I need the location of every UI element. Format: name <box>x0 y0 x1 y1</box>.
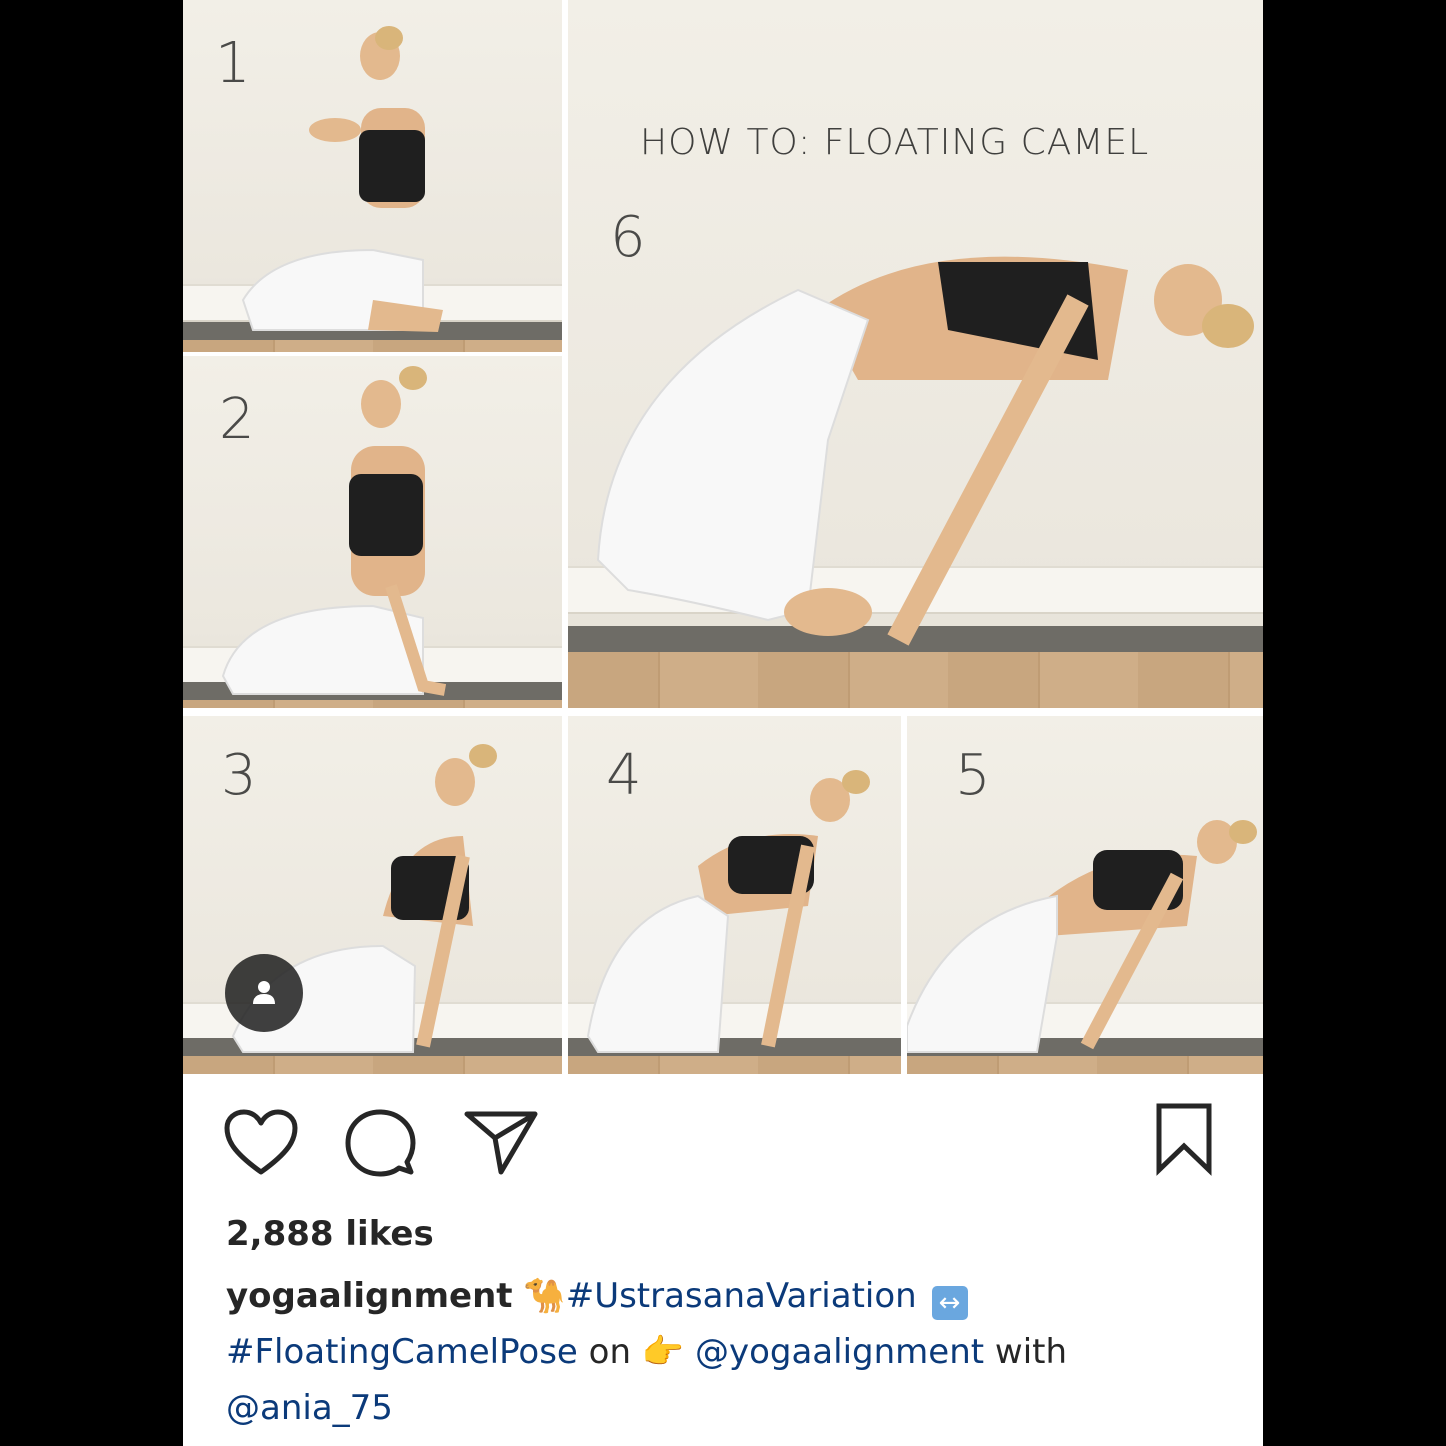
heart-outline-icon <box>224 1109 298 1175</box>
step-2-panel: 2 <box>183 356 562 708</box>
step-number: 1 <box>215 31 251 96</box>
post-caption: yogaalignment 🐪#UstrasanaVariation ↔ #Fl… <box>226 1268 1236 1436</box>
left-right-arrow-emoji: ↔ <box>931 1286 968 1320</box>
step-number: 5 <box>955 743 991 808</box>
person-icon <box>253 981 275 1004</box>
caption-username[interactable]: yogaalignment <box>226 1276 513 1316</box>
step-4-panel: 4 <box>568 716 901 1074</box>
comment-button[interactable] <box>345 1108 417 1178</box>
mention-ania-75[interactable]: @ania_75 <box>226 1388 393 1428</box>
hashtag-ustrasana-variation[interactable]: #UstrasanaVariation <box>566 1276 917 1316</box>
step-number: 6 <box>610 205 646 270</box>
floating-camel-figure <box>596 256 1254 646</box>
post-image-collage[interactable]: 1 2 3 4 5 HOW TO: FLOATING CAMEL 6 <box>183 0 1263 1074</box>
comment-bubble-icon <box>345 1109 416 1177</box>
save-button[interactable] <box>1153 1102 1215 1176</box>
hashtag-floating-camel-pose[interactable]: #FloatingCamelPose <box>226 1332 578 1372</box>
step-number: 4 <box>606 743 642 808</box>
instagram-post: 1 2 3 4 5 HOW TO: FLOATING CAMEL 6 2,888… <box>183 0 1263 1446</box>
like-button[interactable] <box>223 1108 299 1178</box>
likes-count[interactable]: 2,888 likes <box>226 1214 434 1254</box>
action-bar <box>183 1074 1263 1204</box>
pointing-right-emoji: 👉 <box>641 1332 685 1372</box>
step-number: 3 <box>221 743 257 808</box>
step-1-panel: 1 <box>183 0 562 352</box>
step-5-panel: 5 <box>907 716 1263 1074</box>
caption-text-on: on <box>588 1332 631 1372</box>
step-6-panel: HOW TO: FLOATING CAMEL 6 <box>568 0 1263 708</box>
step-number: 2 <box>219 387 255 452</box>
collage-title: HOW TO: FLOATING CAMEL <box>640 122 1150 163</box>
tagged-users-button[interactable] <box>225 954 303 1032</box>
caption-text-with: with <box>994 1332 1068 1372</box>
camel-emoji: 🐪 <box>523 1276 566 1316</box>
bookmark-outline-icon <box>1156 1103 1212 1176</box>
share-button[interactable] <box>463 1108 539 1178</box>
paper-plane-icon <box>464 1111 538 1175</box>
mention-yogaalignment[interactable]: @yogaalignment <box>695 1332 984 1372</box>
